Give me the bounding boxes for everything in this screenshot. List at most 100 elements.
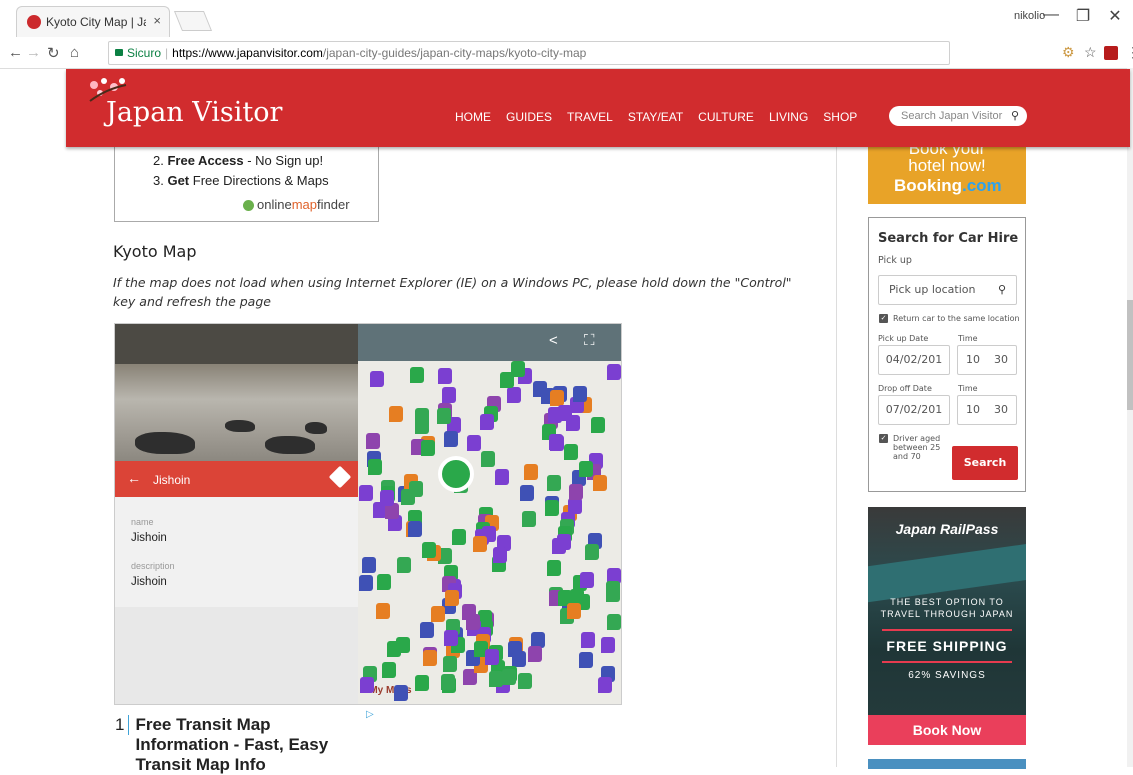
map-marker-icon[interactable] — [585, 544, 599, 560]
fullscreen-icon[interactable]: ⛶ — [584, 332, 595, 349]
close-window-icon[interactable]: ✕ — [1100, 6, 1130, 26]
restore-icon[interactable]: ❐ — [1068, 6, 1098, 26]
map-marker-icon[interactable] — [580, 572, 594, 588]
map-marker-icon[interactable] — [360, 677, 374, 693]
google-my-map-embed[interactable]: ← Jishoin name Jishoin description Jisho… — [114, 323, 622, 705]
map-marker-icon[interactable] — [366, 433, 380, 449]
car-search-button[interactable]: Search — [952, 446, 1018, 480]
driver-age-checkbox[interactable]: ✓ — [879, 434, 888, 443]
map-marker-icon[interactable] — [547, 560, 561, 576]
map-marker-icon[interactable] — [370, 371, 384, 387]
site-logo[interactable]: Japan Visitor — [106, 97, 282, 128]
map-marker-icon[interactable] — [520, 485, 534, 501]
map-marker-icon[interactable] — [550, 390, 564, 406]
map-marker-icon[interactable] — [507, 387, 521, 403]
map-marker-icon[interactable] — [377, 574, 391, 590]
menu-dots-icon[interactable]: ⋮ — [1126, 44, 1133, 61]
map-marker-icon[interactable] — [401, 489, 415, 505]
map-marker-icon[interactable] — [573, 386, 587, 402]
new-tab-button[interactable] — [173, 11, 213, 31]
map-marker-icon[interactable] — [444, 630, 458, 646]
map-marker-icon[interactable] — [500, 372, 514, 388]
nav-travel[interactable]: TRAVEL — [567, 110, 613, 124]
forward-arrow-icon[interactable]: → — [26, 44, 41, 61]
map-marker-icon[interactable] — [443, 656, 457, 672]
map-marker-icon[interactable] — [558, 405, 572, 421]
map-marker-icon[interactable] — [467, 435, 481, 451]
booking-ad[interactable]: Book your hotel now! Booking.com — [868, 139, 1026, 204]
book-now-button[interactable]: Book Now — [868, 715, 1026, 745]
map-marker-icon[interactable] — [394, 685, 408, 701]
url-input[interactable]: Sicuro | https://www.japanvisitor.com/japa… — [108, 41, 950, 65]
map-marker-icon[interactable] — [410, 367, 424, 383]
scrollbar-thumb[interactable] — [1127, 300, 1133, 410]
ad-listing[interactable]: 1 Free Transit Map Information - Fast, Ea… — [115, 715, 365, 775]
map-marker-icon[interactable] — [502, 669, 516, 685]
map-marker-icon[interactable] — [606, 586, 620, 602]
map-marker-icon[interactable] — [437, 408, 451, 424]
map-marker-icon[interactable] — [579, 461, 593, 477]
map-marker-icon[interactable] — [579, 652, 593, 668]
nav-guides[interactable]: GUIDES — [506, 110, 552, 124]
map-marker-icon[interactable] — [591, 417, 605, 433]
back-arrow-icon[interactable]: ← — [127, 470, 141, 486]
map-marker-icon[interactable] — [598, 677, 612, 693]
dropoff-time-input[interactable]: 10 30 — [957, 395, 1017, 425]
back-arrow-icon[interactable]: ← — [8, 44, 23, 61]
dropoff-date-input[interactable]: 07/02/201 — [878, 395, 950, 425]
map-marker-icon[interactable] — [359, 575, 373, 591]
site-search-input[interactable]: Search Japan Visitor ⚲ — [889, 106, 1027, 126]
map-marker-icon[interactable] — [421, 440, 435, 456]
home-icon[interactable]: ⌂ — [70, 44, 79, 61]
map-marker-icon[interactable] — [431, 606, 445, 622]
map-marker-icon[interactable] — [495, 469, 509, 485]
map-marker-icon[interactable] — [547, 475, 561, 491]
map-marker-icon[interactable] — [423, 650, 437, 666]
map-marker-icon[interactable] — [382, 662, 396, 678]
map-marker-icon[interactable] — [415, 408, 429, 424]
map-marker-icon[interactable] — [581, 632, 595, 648]
map-marker-icon[interactable] — [473, 536, 487, 552]
map-marker-icon[interactable] — [593, 475, 607, 491]
next-ad[interactable] — [868, 759, 1026, 769]
japan-rail-pass-ad[interactable]: Japan RailPass THE BEST OPTION TO TRAVEL … — [868, 507, 1026, 745]
browser-tab[interactable]: Kyoto City Map | JapanVi × — [16, 6, 170, 37]
adchoices-icon[interactable]: ▷ — [366, 709, 374, 720]
pickup-location-input[interactable]: Pick up location ⚲ — [878, 275, 1017, 305]
map-marker-icon[interactable] — [420, 622, 434, 638]
page-scrollbar[interactable] — [1127, 68, 1133, 767]
map-marker-icon[interactable] — [396, 637, 410, 653]
tab-close-icon[interactable]: × — [153, 13, 161, 28]
map-marker-icon[interactable] — [489, 671, 503, 687]
nav-living[interactable]: LIVING — [769, 110, 808, 124]
map-marker-icon[interactable] — [445, 590, 459, 606]
minimize-icon[interactable]: — — [1036, 6, 1066, 24]
map-marker-icon[interactable] — [522, 511, 536, 527]
map-marker-icon[interactable] — [567, 603, 581, 619]
map-marker-icon[interactable] — [462, 604, 476, 620]
map-marker-icon[interactable] — [481, 451, 495, 467]
map-marker-icon[interactable] — [607, 614, 621, 630]
map-marker-icon[interactable] — [438, 368, 452, 384]
map-marker-icon[interactable] — [452, 529, 466, 545]
map-marker-icon[interactable] — [442, 387, 456, 403]
map-marker-icon[interactable] — [376, 603, 390, 619]
map-marker-icon[interactable] — [480, 414, 494, 430]
nav-shop[interactable]: SHOP — [823, 110, 857, 124]
pickup-time-input[interactable]: 10 30 — [957, 345, 1017, 375]
map-marker-icon[interactable] — [512, 651, 526, 667]
map-marker-icon[interactable] — [359, 485, 373, 501]
map-marker-icon[interactable] — [545, 500, 559, 516]
extension-icon[interactable]: ⚙ — [1062, 44, 1075, 61]
bookmark-star-icon[interactable]: ☆ — [1084, 44, 1097, 61]
directions-icon[interactable] — [328, 465, 352, 489]
map-marker-icon[interactable] — [444, 431, 458, 447]
map-marker-icon[interactable] — [422, 542, 436, 558]
nav-stay-eat[interactable]: STAY/EAT — [628, 110, 683, 124]
nav-home[interactable]: HOME — [455, 110, 491, 124]
return-same-checkbox[interactable]: ✓ — [879, 314, 888, 323]
share-icon[interactable]: < — [549, 332, 558, 349]
map-marker-icon[interactable] — [362, 557, 376, 573]
map-marker-icon[interactable] — [569, 484, 583, 500]
nav-culture[interactable]: CULTURE — [698, 110, 754, 124]
